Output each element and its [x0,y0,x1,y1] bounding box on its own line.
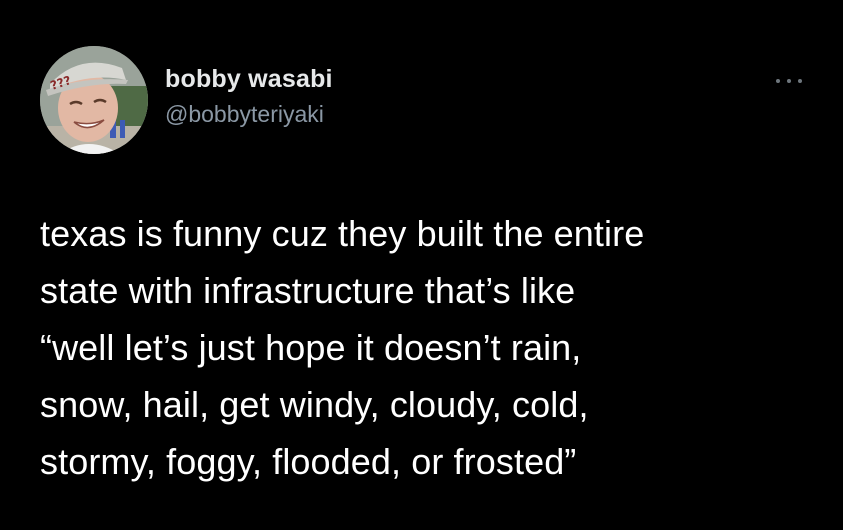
more-options-icon[interactable] [776,76,802,86]
tweet-line: snow, hail, get windy, cloudy, cold, [40,384,589,425]
dot [798,79,802,83]
tweet-card: ??? bobby wasabi @bobbyteriyaki texas is… [0,0,843,530]
tweet-line: stormy, foggy, flooded, or frosted” [40,441,577,482]
author-info: bobby wasabi @bobbyteriyaki [165,64,333,128]
dot [776,79,780,83]
user-handle[interactable]: @bobbyteriyaki [165,100,333,128]
avatar[interactable]: ??? [40,46,148,154]
tweet-text: texas is funny cuz they built the entire… [40,205,820,490]
profile-photo-icon: ??? [40,46,148,154]
dot [787,79,791,83]
tweet-line: state with infrastructure that’s like [40,270,576,311]
tweet-line: “well let’s just hope it doesn’t rain, [40,327,582,368]
tweet-line: texas is funny cuz they built the entire [40,213,645,254]
display-name[interactable]: bobby wasabi [165,64,333,94]
